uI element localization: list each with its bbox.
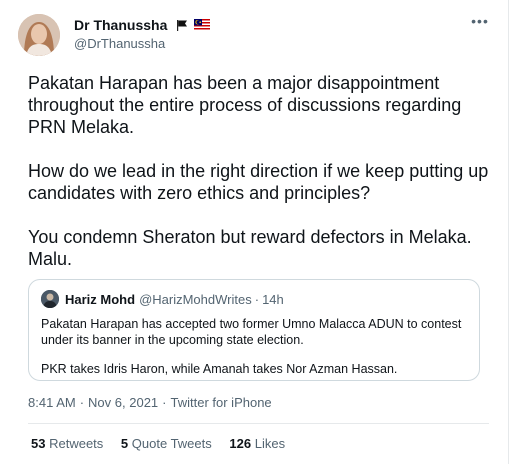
quoted-author-name: Hariz Mohd: [65, 291, 136, 307]
tweet-metadata: 8:41 AM · Nov 6, 2021 · Twitter for iPhone: [28, 395, 272, 411]
retweets-count: 53: [31, 436, 46, 451]
tweet-card: Dr Thanussha @DrThanussha ••• Pakatan Ha…: [0, 0, 509, 464]
tweet-paragraph: How do we lead in the right direction if…: [28, 161, 489, 203]
tweet-source[interactable]: Twitter for iPhone: [171, 395, 272, 411]
retweets-label: Retweets: [49, 436, 104, 451]
author-avatar[interactable]: [18, 14, 60, 56]
more-options-icon[interactable]: •••: [470, 14, 490, 30]
tweet-paragraph: You condemn Sheraton but reward defector…: [28, 227, 472, 269]
divider: [28, 423, 489, 424]
tweet-date[interactable]: Nov 6, 2021: [88, 395, 158, 411]
retweets-stat[interactable]: 53 Retweets: [31, 436, 103, 452]
quoted-tweet-header: Hariz Mohd @HarizMohdWrites · 14h: [41, 290, 467, 308]
tweet-text: Pakatan Harapan has been a major disappo…: [28, 72, 490, 270]
engagement-stats: 53 Retweets 5 Quote Tweets 126 Likes: [31, 436, 299, 452]
author-flags: [176, 16, 212, 34]
quoted-tweet[interactable]: Hariz Mohd @HarizMohdWrites · 14h Pakata…: [28, 279, 480, 381]
quoted-author-handle: @HarizMohdWrites: [139, 291, 252, 307]
malaysia-flag-icon: [194, 18, 211, 31]
author-handle[interactable]: @DrThanussha: [74, 35, 212, 53]
meta-separator: ·: [79, 395, 85, 410]
tweet-header: Dr Thanussha @DrThanussha •••: [18, 14, 490, 58]
likes-count: 126: [229, 436, 252, 451]
author-display-name[interactable]: Dr Thanussha: [74, 16, 167, 34]
quoted-separator: ·: [254, 291, 260, 307]
likes-label: Likes: [254, 436, 286, 451]
author-name-block: Dr Thanussha @DrThanussha: [74, 16, 212, 53]
quote-tweets-count: 5: [120, 436, 129, 451]
meta-separator: ·: [162, 395, 167, 410]
quote-tweets-stat[interactable]: 5 Quote Tweets: [121, 436, 212, 452]
quoted-paragraph: PKR takes Idris Haron, while Amanah take…: [41, 362, 398, 376]
quoted-timestamp: 14h: [262, 291, 284, 307]
black-flag-icon: [176, 19, 187, 31]
tweet-time[interactable]: 8:41 AM: [28, 395, 76, 411]
quote-tweets-label: Quote Tweets: [131, 436, 212, 451]
tweet-paragraph: Pakatan Harapan has been a major disappo…: [28, 73, 462, 137]
likes-stat[interactable]: 126 Likes: [229, 436, 285, 452]
quoted-author-avatar: [41, 290, 59, 308]
quoted-paragraph: Pakatan Harapan has accepted two former …: [41, 317, 462, 347]
quoted-tweet-text: Pakatan Harapan has accepted two former …: [41, 316, 467, 377]
